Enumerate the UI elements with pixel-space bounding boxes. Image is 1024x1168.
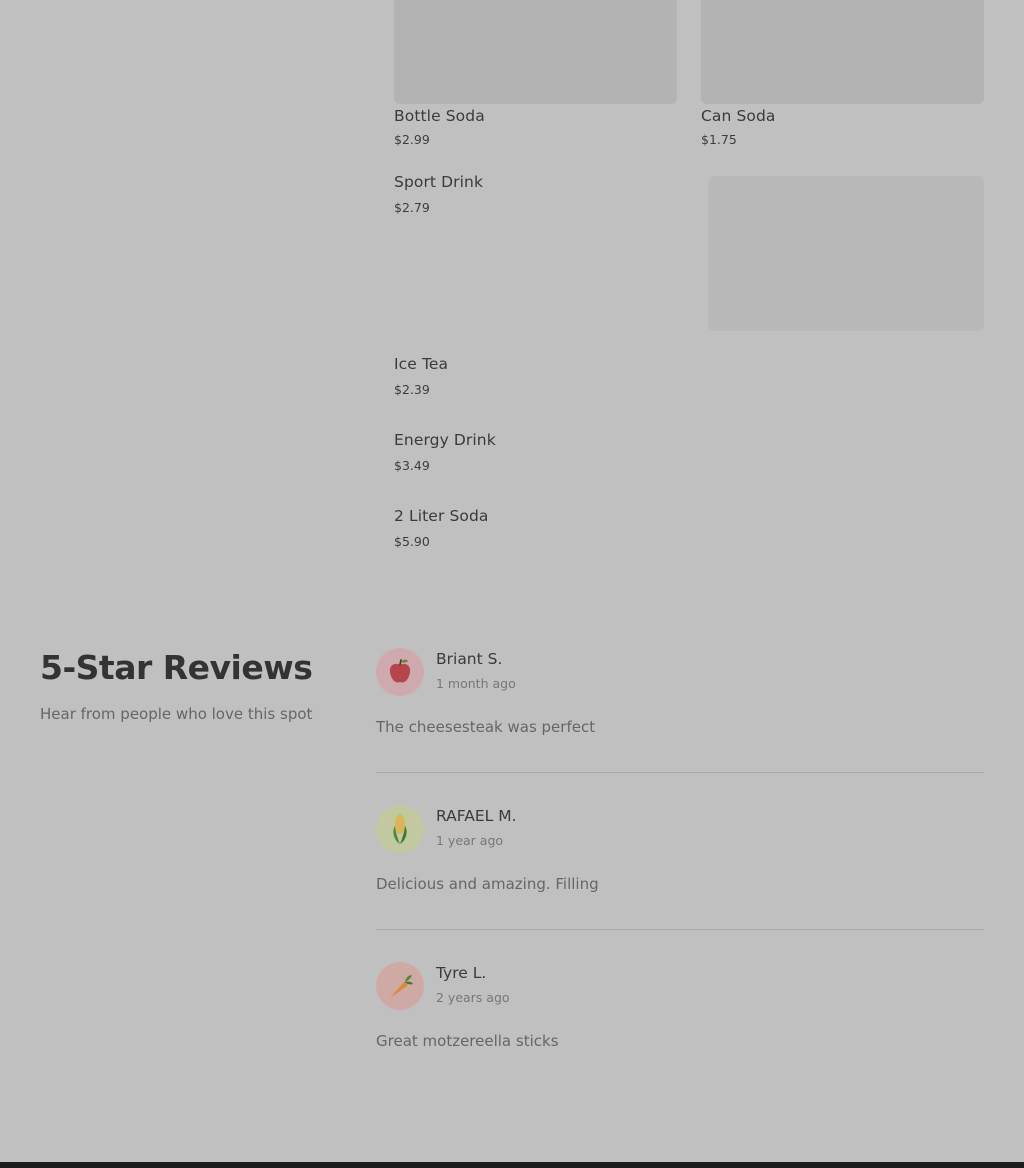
can-soda-image[interactable] (701, 0, 984, 104)
review-author: RAFAEL M. (436, 807, 517, 825)
menu-item-price: $5.90 (394, 534, 430, 549)
menu-item-name: Ice Tea (394, 355, 449, 373)
avatar (376, 648, 424, 696)
corn-icon (393, 814, 407, 844)
menu-item-name: Bottle Soda (394, 107, 485, 125)
avatar (376, 962, 424, 1010)
review-text: Delicious and amazing. Filling (376, 875, 599, 893)
menu-item-price: $2.99 (394, 132, 430, 147)
menu-item-name: 2 Liter Soda (394, 507, 489, 525)
review-author: Briant S. (436, 650, 503, 668)
menu-item-name: Can Soda (701, 107, 776, 125)
reviews-subtitle: Hear from people who love this spot (40, 705, 313, 723)
sport-drink-image[interactable] (708, 176, 984, 331)
menu-item-price: $2.79 (394, 200, 430, 215)
review-time: 1 year ago (436, 833, 504, 848)
apple-icon (389, 659, 411, 683)
menu-item-price: $1.75 (701, 132, 737, 147)
review-time: 1 month ago (436, 676, 516, 691)
footer-bar (0, 1162, 1024, 1168)
menu-item-price: $3.49 (394, 458, 430, 473)
review-text: Great motzereella sticks (376, 1032, 559, 1050)
divider (376, 772, 984, 773)
review-time: 2 years ago (436, 990, 510, 1005)
review-text: The cheesesteak was perfect (376, 718, 596, 736)
bottle-soda-image[interactable] (394, 0, 677, 104)
menu-item-price: $2.39 (394, 382, 430, 397)
divider (376, 929, 984, 930)
carrot-icon (390, 975, 413, 998)
review-author: Tyre L. (436, 964, 487, 982)
menu-item-name: Sport Drink (394, 173, 484, 191)
menu-item-name: Energy Drink (394, 431, 496, 449)
reviews-title: 5-Star Reviews (40, 648, 313, 687)
avatar (376, 805, 424, 853)
